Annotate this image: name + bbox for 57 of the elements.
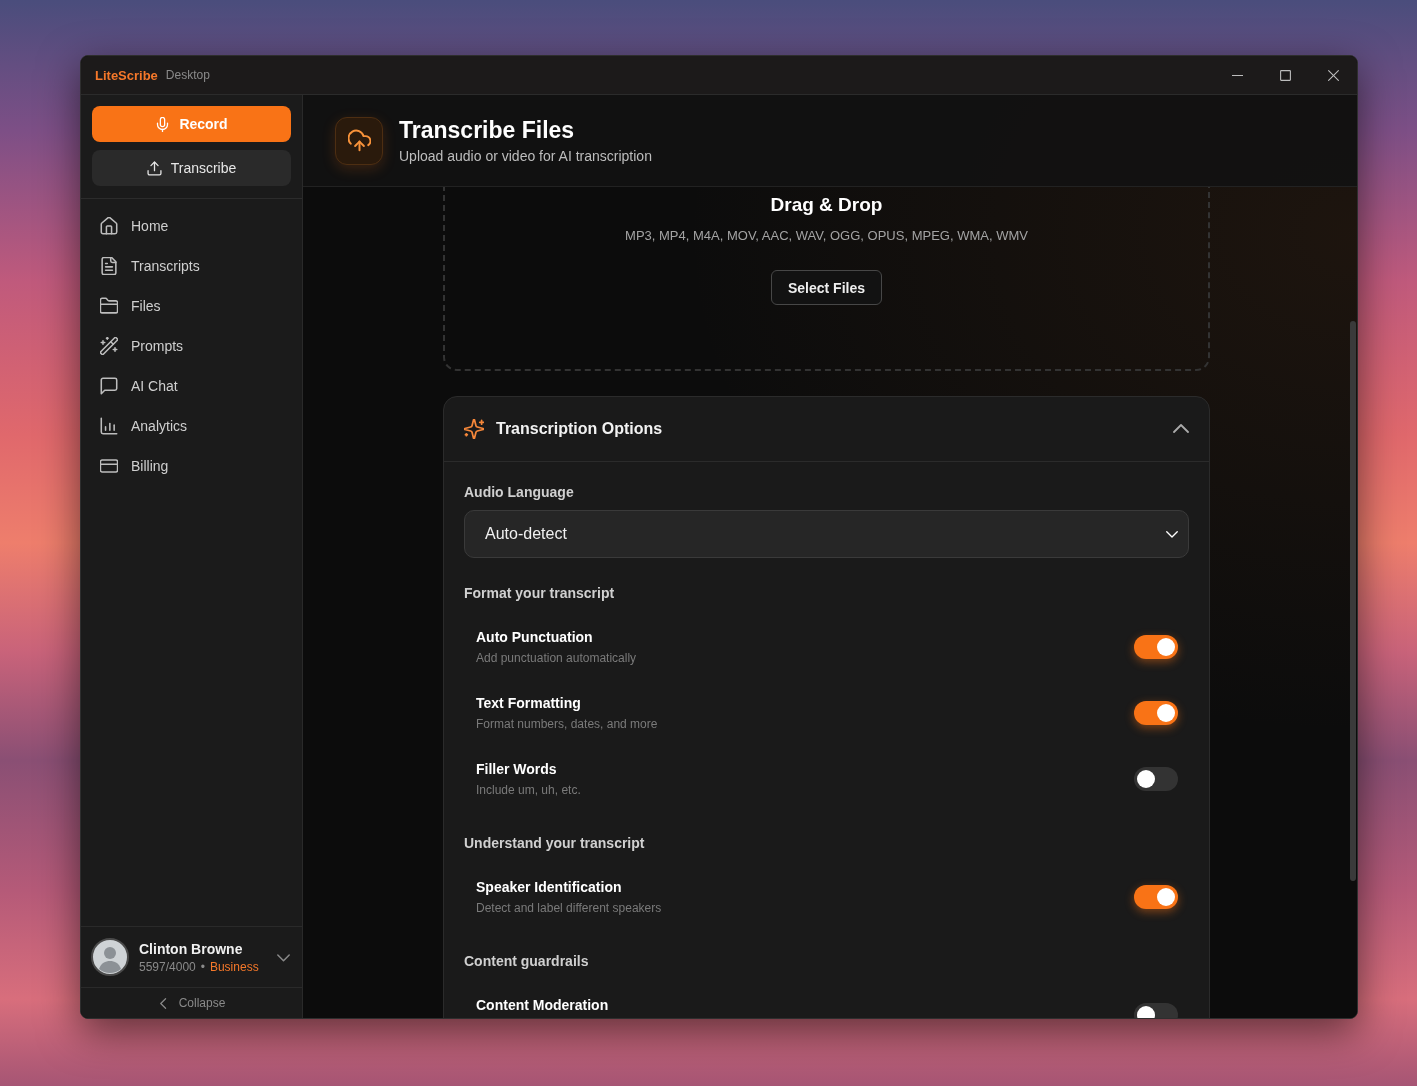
option-title: Filler Words [476,760,557,778]
option-title: Content Moderation [476,996,609,1014]
folder-icon [100,297,118,315]
user-avatar-icon [91,938,129,976]
options-title: Transcription Options [496,420,663,438]
toggle-switch[interactable] [1134,767,1178,791]
close-icon [1327,69,1339,81]
option-description: Format numbers, dates, and more [476,716,658,732]
option-description: Add punctuation automatically [476,650,637,666]
option-title: Text Formatting [476,694,581,712]
chat-bubble-icon [100,377,118,395]
credit-usage: 5597/4000 [139,959,196,974]
section-heading: Understand your transcript [464,834,645,852]
transcribe-button[interactable]: Transcribe [92,150,291,186]
microphone-icon [155,116,171,132]
section-heading: Format your transcript [464,584,615,602]
maximize-icon [1279,69,1291,81]
option-description: Include um, uh, etc. [476,782,581,798]
bar-chart-icon [100,417,118,435]
nav-item[interactable]: Transcripts [89,246,294,286]
toggle-switch[interactable] [1134,701,1178,725]
credit-card-icon [100,457,118,475]
page-subtitle: Upload audio or video for AI transcription [399,148,652,164]
field-label: Audio Language [464,483,574,501]
plan-label: Business [209,959,259,974]
home-icon [100,217,118,235]
app-edition: Desktop [165,68,210,82]
chevron-down-icon [1166,530,1178,538]
select-files-button[interactable]: Select Files [770,270,882,305]
option-title: Speaker Identification [476,878,622,896]
option-title: Auto Punctuation [476,628,593,646]
chevron-left-icon [157,997,169,1009]
nav-item[interactable]: Files [89,286,294,326]
nav-item[interactable]: Analytics [89,406,294,446]
nav-item[interactable]: AI Chat [89,366,294,406]
nav-item[interactable]: Prompts [89,326,294,366]
collapse-button[interactable]: Collapse [81,987,302,1018]
user-name: Clinton Browne [139,940,244,957]
magic-wand-icon [100,337,118,355]
toggle-switch[interactable] [1134,885,1178,909]
scrollbar-thumb[interactable] [1350,321,1356,881]
nav-item[interactable]: Billing [89,446,294,486]
sparkles-icon [464,419,484,439]
option-description: Detect and label different speakers [476,900,662,916]
upload-icon [146,160,162,176]
drop-zone[interactable]: Drag & Drop MP3, MP4, M4A, MOV, AAC, WAV, OGG, OPUS, MPEG, WMA, WMV Select Files [443,187,1210,371]
language-select[interactable]: Auto-detect [464,510,1189,558]
toggle-switch[interactable] [1134,635,1178,659]
drop-zone-title: Drag & Drop [770,193,883,217]
supported-formats: MP3, MP4, M4A, MOV, AAC, WAV, OGG, OPUS, MPEG, WMA, WMV [625,227,1028,245]
page-title: Transcribe Files [399,117,575,143]
app-name: LiteScribe [95,67,158,83]
separator: • [200,959,205,974]
document-icon [100,257,118,275]
nav-item[interactable]: Home [89,206,294,246]
section-heading: Content guardrails [464,952,589,970]
cloud-upload-icon [335,116,383,165]
